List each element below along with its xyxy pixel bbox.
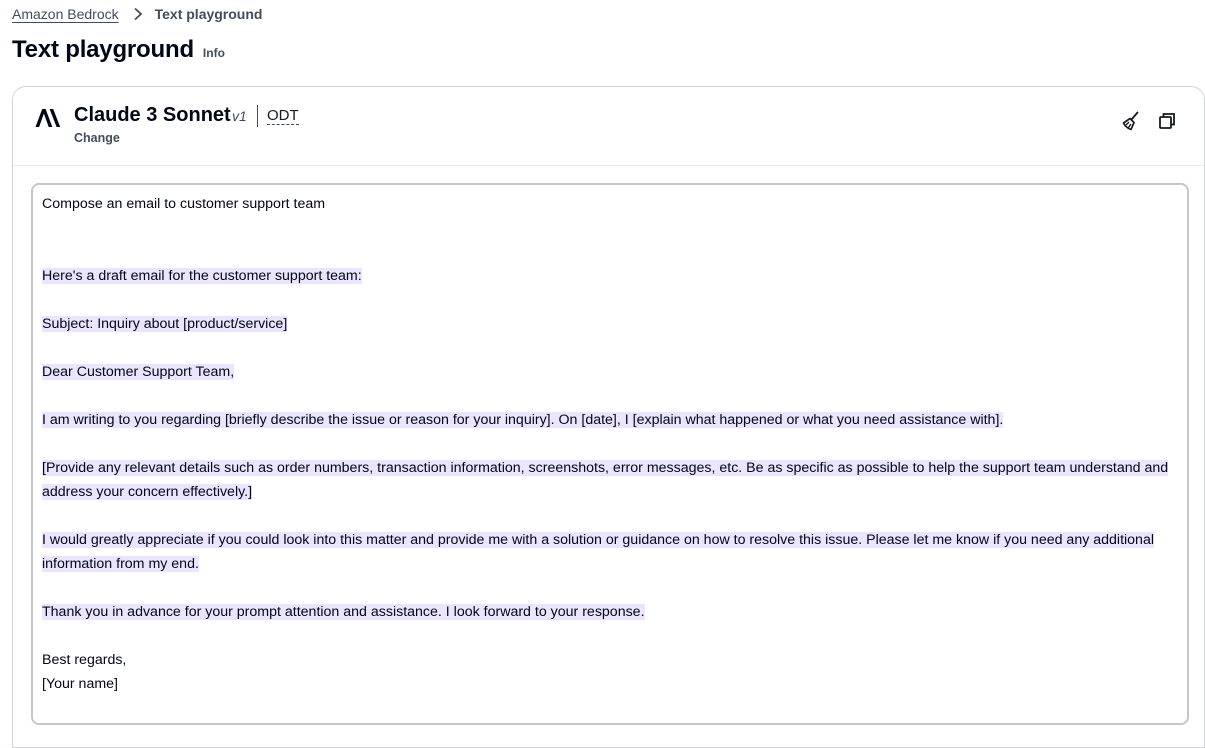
- copy-button[interactable]: [1155, 109, 1179, 133]
- response-paragraph: Dear Customer Support Team,: [42, 364, 235, 380]
- change-model-link[interactable]: Change: [74, 131, 120, 145]
- throughput-badge[interactable]: ODT: [267, 107, 299, 125]
- model-header: Claude 3 Sonnet v1 ODT Change: [13, 87, 1204, 166]
- copy-icon: [1159, 113, 1175, 129]
- breadcrumb-link-amazon-bedrock[interactable]: Amazon Bedrock: [12, 6, 119, 22]
- chevron-right-icon: [131, 7, 145, 21]
- breadcrumb: Amazon Bedrock Text playground: [12, 6, 262, 22]
- response-paragraph: Best regards,: [42, 652, 127, 668]
- response-paragraph: [Provide any relevant details such as or…: [42, 460, 1169, 500]
- chat-content: Compose an email to customer support tea…: [42, 192, 1171, 696]
- response-paragraph: Subject: Inquiry about [product/service]: [42, 316, 288, 332]
- breadcrumb-current: Text playground: [154, 6, 263, 22]
- chat-textarea[interactable]: Compose an email to customer support tea…: [31, 183, 1189, 725]
- info-link[interactable]: Info: [203, 46, 225, 60]
- anthropic-logo-icon: [35, 107, 61, 129]
- page-title: Text playground: [12, 36, 194, 63]
- divider: [257, 105, 258, 127]
- clear-button[interactable]: [1119, 109, 1143, 133]
- model-response: Here's a draft email for the customer su…: [42, 264, 1171, 696]
- user-prompt: Compose an email to customer support tea…: [42, 196, 326, 212]
- response-paragraph: Here's a draft email for the customer su…: [42, 268, 362, 284]
- model-name: Claude 3 Sonnet: [74, 104, 231, 126]
- model-version: v1: [232, 108, 247, 124]
- response-paragraph: I am writing to you regarding [briefly d…: [42, 412, 1004, 428]
- response-paragraph: I would greatly appreciate if you could …: [42, 532, 1154, 572]
- response-paragraph: [Your name]: [42, 676, 118, 692]
- page-header: Text playground Info: [12, 36, 225, 64]
- response-paragraph: Thank you in advance for your prompt att…: [42, 604, 645, 620]
- playground-panel: Claude 3 Sonnet v1 ODT Change Compose an…: [12, 86, 1205, 748]
- broom-icon: [1122, 111, 1139, 131]
